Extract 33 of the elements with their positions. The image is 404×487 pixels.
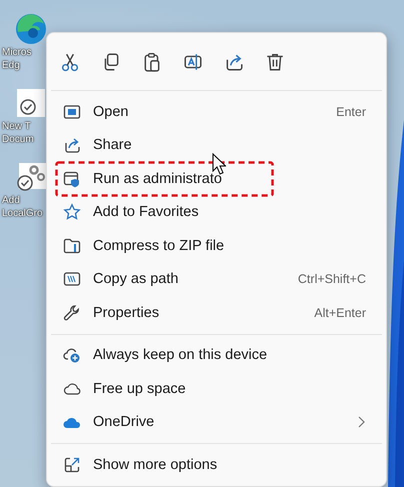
desktop-icon-label: Docum (2, 133, 34, 146)
menu-item[interactable]: Copy as path Ctrl+Shift+C (47, 262, 386, 296)
star-icon (63, 203, 81, 222)
menu-item[interactable]: Open Enter (47, 95, 386, 128)
menu-item[interactable]: Run as administrato (47, 162, 386, 196)
expand-icon (63, 456, 81, 474)
menu-item[interactable]: Always keep on this device (47, 338, 386, 372)
desktop-icon-label: Add (2, 194, 20, 207)
menu-item[interactable]: Add to Favorites (47, 196, 386, 229)
cloud-plus-icon (63, 346, 81, 364)
desktop-icon-label: Edg (2, 59, 20, 72)
browser-icon[interactable] (14, 12, 48, 46)
menu-item[interactable]: Share (47, 128, 386, 162)
path-icon (63, 270, 81, 288)
document-icon[interactable] (14, 86, 48, 120)
desktop-icon-label: LocalGro (2, 207, 43, 220)
rename-icon (182, 52, 202, 72)
delete-icon (264, 52, 284, 72)
menu-item[interactable]: Compress to ZIP file (47, 229, 386, 262)
menu-item[interactable]: Free up space (47, 372, 386, 406)
share-icon (63, 136, 81, 154)
desktop-icon-label: Micros (2, 46, 32, 59)
shield-window-icon (63, 170, 81, 188)
desktop-icon-label: New T (2, 120, 31, 133)
menu-item[interactable]: Properties Alt+Enter (47, 296, 386, 330)
menu-item[interactable]: Show more options (47, 448, 386, 482)
share-icon (224, 52, 244, 72)
folder-zip-icon (63, 236, 81, 255)
wrench-icon (63, 304, 81, 322)
cut-icon (60, 52, 80, 72)
menu-item[interactable]: OneDrive (47, 406, 386, 439)
window-icon (63, 102, 81, 121)
paste-icon (142, 52, 162, 72)
